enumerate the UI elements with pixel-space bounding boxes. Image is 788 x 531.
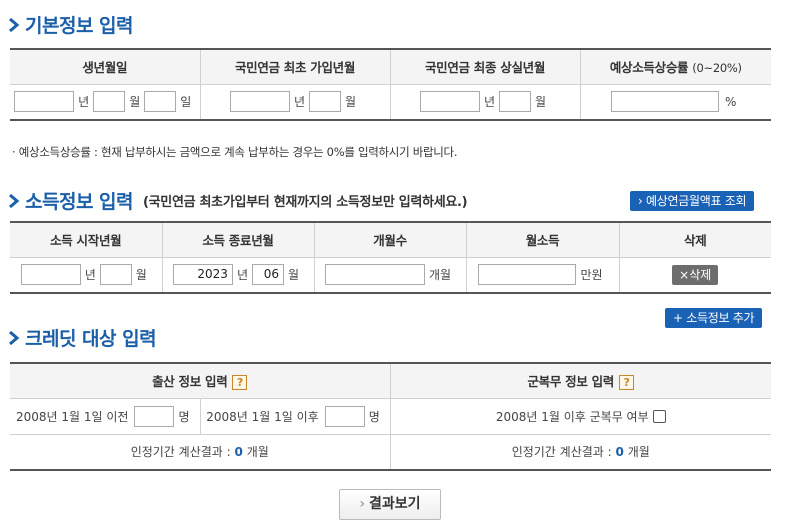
military-result-cell: 인정기간 계산결과 : 0 개월 [390,434,771,470]
military-cell: 2008년 1월 이후 군복무 여부 [390,398,771,435]
header-last-loss: 국민연금 최종 상실년월 [390,49,581,85]
income-end-month-input[interactable]: 06 [252,264,284,286]
income-growth-cell: % [580,84,771,120]
birth-after-count-input[interactable] [324,405,365,427]
last-loss-month-unit: 월 [535,95,547,110]
military-result-value: 0 [615,445,624,460]
birth-result-cell: 인정기간 계산결과 : 0 개월 [10,434,391,470]
header-income-growth: 예상소득상승률 (0~20%) [580,49,771,85]
header-monthly-income: 월소득 [466,222,620,258]
income-end-year-input[interactable]: 2023 [172,264,233,286]
view-result-label: 결과보기 [369,496,421,512]
chevron-right-icon [8,16,20,34]
header-birthdate: 생년월일 [10,49,201,85]
percent-unit: % [725,94,737,109]
header-months: 개월수 [314,222,467,258]
birth-result-prefix: 인정기간 계산결과 : [130,445,231,460]
income-end-year-unit: 년 [236,268,248,283]
military-result-prefix: 인정기간 계산결과 : [511,445,612,460]
birthdate-cell: 년월일 [10,84,201,120]
birth-after-cell: 2008년 1월 1일 이후 명 [200,398,391,435]
header-income-end: 소득 종료년월 [162,222,315,258]
first-join-cell: 년월 [200,84,391,120]
income-info-heading: 소득정보 입력 (국민연금 최초가입부터 현재까지의 소득정보만 입력하세요.) [8,187,468,214]
income-start-cell: 년월 [10,257,163,293]
delete-row-button[interactable]: ×삭제 [672,264,719,285]
header-delete: 삭제 [619,222,771,258]
birth-before-label: 2008년 1월 1일 이전 [16,409,129,424]
birth-help-icon[interactable]: ? [232,375,248,391]
income-growth-label: 예상소득상승률 [609,60,689,76]
monthly-income-input[interactable] [478,264,577,286]
monthly-income-cell: 만원 [466,257,620,293]
birth-info-label: 출산 정보 입력 [152,374,228,390]
first-join-month-input[interactable] [309,91,341,113]
basic-info-title: 기본정보 입력 [25,15,134,37]
military-info-header: 군복무 정보 입력? [390,363,771,399]
income-end-cell: 2023 년 06 월 [162,257,315,293]
birth-after-label: 2008년 1월 1일 이후 [206,409,319,424]
income-end-month-unit: 월 [288,268,300,283]
header-income-start: 소득 시작년월 [10,222,163,258]
birth-month-input[interactable] [93,91,126,113]
income-growth-input[interactable] [611,91,720,113]
birth-result-value: 0 [234,445,243,460]
birth-before-count-input[interactable] [134,405,175,427]
credit-table: 출산 정보 입력? 군복무 정보 입력? 2008년 1월 1일 이전 명 200… [10,362,771,471]
income-growth-note: · 예상소득상승률 : 현재 납부하시는 금액으로 계속 납부하는 경우는 0%… [12,145,458,159]
income-start-year-input[interactable] [20,264,81,286]
birth-info-header: 출산 정보 입력? [10,363,391,399]
birth-year-unit: 년 [78,95,90,110]
credit-title: 크레딧 대상 입력 [25,328,157,350]
income-info-subtitle: (국민연금 최초가입부터 현재까지의 소득정보만 입력하세요.) [143,195,468,210]
income-growth-range: (0~20%) [692,61,742,76]
first-join-year-unit: 년 [293,95,305,110]
last-loss-year-unit: 년 [483,95,495,110]
header-first-join: 국민연금 최초 가입년월 [200,49,391,85]
delete-cell: ×삭제 [619,257,771,293]
first-join-month-unit: 월 [345,95,357,110]
add-income-button[interactable]: + 소득정보 추가 [665,308,763,328]
last-loss-month-input[interactable] [499,91,531,113]
pension-table-lookup-button[interactable]: › 예상연금월액표 조회 [630,191,755,211]
birth-before-cell: 2008년 1월 1일 이전 명 [10,398,201,435]
military-help-icon[interactable]: ? [619,375,634,391]
view-result-button[interactable]: › 결과보기 [339,489,441,520]
manwon-unit: 만원 [580,268,603,283]
chevron-right-icon [8,192,20,210]
basic-info-heading: 기본정보 입력 [8,11,134,38]
military-result-unit: 개월 [627,445,650,460]
months-input[interactable] [324,264,425,286]
months-unit: 개월 [428,268,452,283]
last-loss-year-input[interactable] [419,91,480,113]
first-join-year-input[interactable] [229,91,290,113]
credit-heading: 크레딧 대상 입력 [8,324,157,351]
income-start-month-unit: 월 [135,268,147,283]
military-label: 2008년 1월 이후 군복무 여부 [495,409,649,424]
income-start-month-input[interactable] [99,264,132,286]
basic-info-table: 생년월일 국민연금 최초 가입년월 국민연금 최종 상실년월 예상소득상승률 (… [10,48,771,121]
income-info-table: 소득 시작년월 소득 종료년월 개월수 월소득 삭제 년월 2023 년 06 월 개… [10,221,771,294]
birth-result-unit: 개월 [246,445,269,460]
chevron-right-icon [8,329,20,347]
last-loss-cell: 년월 [390,84,581,120]
birth-day-unit: 일 [180,95,192,110]
birth-day-input[interactable] [144,91,177,113]
birth-year-input[interactable] [14,91,75,113]
military-checkbox[interactable] [652,409,666,423]
income-start-year-unit: 년 [84,268,96,283]
military-info-label: 군복무 정보 입력 [527,374,614,390]
months-cell: 개월 [314,257,467,293]
chevron-right-icon: › [359,496,366,512]
birth-before-unit: 명 [178,409,190,424]
income-info-title: 소득정보 입력 [25,191,134,213]
birth-month-unit: 월 [129,95,141,110]
table-row: 년월 2023 년 06 월 개월 만원 ×삭제 [10,257,771,293]
birth-after-unit: 명 [368,409,380,424]
